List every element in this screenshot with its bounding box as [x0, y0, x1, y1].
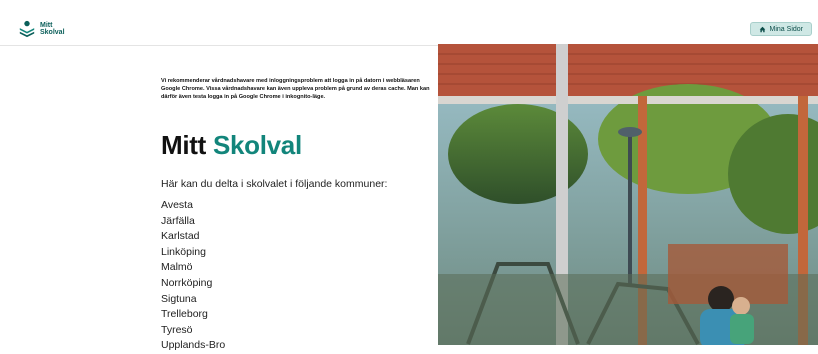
- municipality-item: Tyresö: [161, 323, 193, 336]
- schoolyard-photo: [438, 44, 818, 345]
- municipality-item: Upplands-Bro: [161, 339, 226, 352]
- title-part-2: Skolval: [212, 130, 302, 160]
- mitt-skolval-logo-icon: [19, 20, 35, 38]
- municipality-item: Karlstad: [161, 230, 200, 243]
- site-logo[interactable]: Mitt Skolval: [18, 20, 65, 38]
- page-title: Mitt Skolval: [161, 130, 302, 161]
- mina-sidor-label: Mina Sidor: [769, 25, 803, 33]
- logo-line-2: Skolval: [40, 29, 65, 36]
- municipality-item: Linköping: [161, 245, 206, 258]
- title-part-1: Mitt: [161, 130, 206, 160]
- logo-text: Mitt Skolval: [40, 22, 65, 36]
- mina-sidor-button[interactable]: Mina Sidor: [749, 22, 812, 36]
- login-notice: Vi rekommenderar vårdnadshavare med inlo…: [161, 78, 430, 101]
- home-icon: [759, 26, 765, 32]
- content-panel: Vi rekommenderar vårdnadshavare med inlo…: [0, 46, 438, 351]
- site-header: Mitt Skolval Mina Sidor: [0, 12, 818, 46]
- municipality-item: Sigtuna: [161, 292, 197, 305]
- municipality-item: Järfälla: [161, 214, 195, 227]
- municipality-item: Norrköping: [161, 276, 213, 289]
- logo-line-1: Mitt: [40, 22, 53, 29]
- hero-photo: [438, 44, 818, 345]
- municipality-item: Avesta: [161, 199, 193, 211]
- municipality-list: Avesta Järfälla Karlstad Linköping Malmö…: [161, 198, 225, 354]
- municipality-item: Trelleborg: [161, 308, 208, 321]
- municipality-item: Malmö: [161, 261, 193, 274]
- intro-text: Här kan du delta i skolvalet i följande …: [161, 178, 388, 190]
